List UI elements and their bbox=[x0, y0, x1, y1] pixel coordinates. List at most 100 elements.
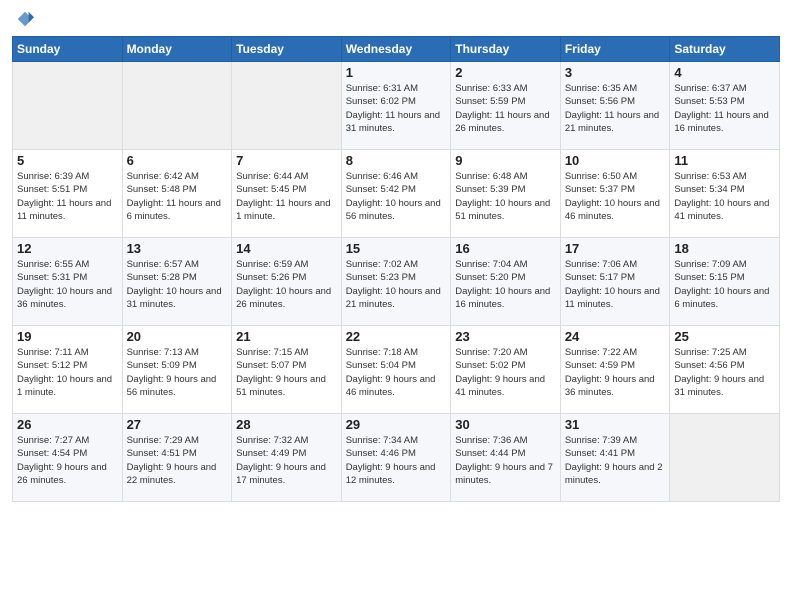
day-number: 7 bbox=[236, 153, 337, 168]
calendar-cell: 21 Sunrise: 7:15 AM Sunset: 5:07 PM Dayli… bbox=[232, 326, 342, 414]
calendar-cell: 26Sunrise: 7:27 AM Sunset: 4:54 PM Dayli… bbox=[13, 414, 123, 502]
day-number: 24 bbox=[565, 329, 666, 344]
calendar-cell: 16 Sunrise: 7:04 AM Sunset: 5:20 PM Dayli… bbox=[451, 238, 561, 326]
day-info: Sunrise: 6:50 AM Sunset: 5:37 PM Dayligh… bbox=[565, 170, 666, 223]
calendar-cell: 23 Sunrise: 7:20 AM Sunset: 5:02 PM Dayli… bbox=[451, 326, 561, 414]
week-row-1: 1 Sunrise: 6:31 AM Sunset: 6:02 PM Daylig… bbox=[13, 62, 780, 150]
calendar-cell: 19 Sunrise: 7:11 AM Sunset: 5:12 PM Dayli… bbox=[13, 326, 123, 414]
weekday-header-monday: Monday bbox=[122, 37, 232, 62]
calendar-cell: 17 Sunrise: 7:06 AM Sunset: 5:17 PM Dayli… bbox=[560, 238, 670, 326]
day-info: Sunrise: 7:02 AM Sunset: 5:23 PM Dayligh… bbox=[346, 258, 447, 311]
day-info: Sunrise: 6:55 AM Sunset: 5:31 PM Dayligh… bbox=[17, 258, 118, 311]
day-info: Sunrise: 7:06 AM Sunset: 5:17 PM Dayligh… bbox=[565, 258, 666, 311]
calendar-cell: 25Sunrise: 7:25 AM Sunset: 4:56 PM Dayli… bbox=[670, 326, 780, 414]
calendar-cell: 14 Sunrise: 6:59 AM Sunset: 5:26 PM Dayli… bbox=[232, 238, 342, 326]
week-row-3: 12 Sunrise: 6:55 AM Sunset: 5:31 PM Dayli… bbox=[13, 238, 780, 326]
calendar-cell: 20 Sunrise: 7:13 AM Sunset: 5:09 PM Dayli… bbox=[122, 326, 232, 414]
day-info: Sunrise: 6:35 AM Sunset: 5:56 PM Dayligh… bbox=[565, 82, 666, 135]
calendar-cell: 5 Sunrise: 6:39 AM Sunset: 5:51 PM Daylig… bbox=[13, 150, 123, 238]
day-info: Sunrise: 6:37 AM Sunset: 5:53 PM Dayligh… bbox=[674, 82, 775, 135]
week-row-4: 19 Sunrise: 7:11 AM Sunset: 5:12 PM Dayli… bbox=[13, 326, 780, 414]
day-number: 20 bbox=[127, 329, 228, 344]
calendar-cell bbox=[670, 414, 780, 502]
day-info: Sunrise: 7:27 AM Sunset: 4:54 PM Dayligh… bbox=[17, 434, 118, 487]
calendar-cell: 22 Sunrise: 7:18 AM Sunset: 5:04 PM Dayli… bbox=[341, 326, 451, 414]
day-info: Sunrise: 6:44 AM Sunset: 5:45 PM Dayligh… bbox=[236, 170, 337, 223]
day-number: 10 bbox=[565, 153, 666, 168]
day-info: Sunrise: 6:46 AM Sunset: 5:42 PM Dayligh… bbox=[346, 170, 447, 223]
day-number: 28 bbox=[236, 417, 337, 432]
day-number: 18 bbox=[674, 241, 775, 256]
calendar-cell: 28 Sunrise: 7:32 AM Sunset: 4:49 PM Dayli… bbox=[232, 414, 342, 502]
day-number: 2 bbox=[455, 65, 556, 80]
day-number: 15 bbox=[346, 241, 447, 256]
logo bbox=[12, 10, 34, 28]
day-info: Sunrise: 7:13 AM Sunset: 5:09 PM Dayligh… bbox=[127, 346, 228, 399]
calendar-cell: 30 Sunrise: 7:36 AM Sunset: 4:44 PM Dayli… bbox=[451, 414, 561, 502]
day-info: Sunrise: 7:36 AM Sunset: 4:44 PM Dayligh… bbox=[455, 434, 556, 487]
day-info: Sunrise: 6:39 AM Sunset: 5:51 PM Dayligh… bbox=[17, 170, 118, 223]
day-info: Sunrise: 7:11 AM Sunset: 5:12 PM Dayligh… bbox=[17, 346, 118, 399]
weekday-header-saturday: Saturday bbox=[670, 37, 780, 62]
calendar-cell: 15 Sunrise: 7:02 AM Sunset: 5:23 PM Dayli… bbox=[341, 238, 451, 326]
day-info: Sunrise: 7:22 AM Sunset: 4:59 PM Dayligh… bbox=[565, 346, 666, 399]
day-number: 19 bbox=[17, 329, 118, 344]
day-number: 5 bbox=[17, 153, 118, 168]
day-info: Sunrise: 7:39 AM Sunset: 4:41 PM Dayligh… bbox=[565, 434, 666, 487]
page-container: SundayMondayTuesdayWednesdayThursdayFrid… bbox=[0, 0, 792, 612]
day-number: 8 bbox=[346, 153, 447, 168]
calendar-cell: 11Sunrise: 6:53 AM Sunset: 5:34 PM Dayli… bbox=[670, 150, 780, 238]
calendar-cell: 6 Sunrise: 6:42 AM Sunset: 5:48 PM Daylig… bbox=[122, 150, 232, 238]
day-number: 4 bbox=[674, 65, 775, 80]
weekday-header-row: SundayMondayTuesdayWednesdayThursdayFrid… bbox=[13, 37, 780, 62]
day-info: Sunrise: 6:48 AM Sunset: 5:39 PM Dayligh… bbox=[455, 170, 556, 223]
day-info: Sunrise: 7:20 AM Sunset: 5:02 PM Dayligh… bbox=[455, 346, 556, 399]
week-row-2: 5 Sunrise: 6:39 AM Sunset: 5:51 PM Daylig… bbox=[13, 150, 780, 238]
day-info: Sunrise: 7:18 AM Sunset: 5:04 PM Dayligh… bbox=[346, 346, 447, 399]
calendar-cell: 10 Sunrise: 6:50 AM Sunset: 5:37 PM Dayli… bbox=[560, 150, 670, 238]
day-number: 23 bbox=[455, 329, 556, 344]
day-number: 16 bbox=[455, 241, 556, 256]
calendar-cell: 4 Sunrise: 6:37 AM Sunset: 5:53 PM Daylig… bbox=[670, 62, 780, 150]
weekday-header-wednesday: Wednesday bbox=[341, 37, 451, 62]
day-number: 12 bbox=[17, 241, 118, 256]
day-number: 3 bbox=[565, 65, 666, 80]
day-info: Sunrise: 7:04 AM Sunset: 5:20 PM Dayligh… bbox=[455, 258, 556, 311]
day-number: 22 bbox=[346, 329, 447, 344]
calendar-cell bbox=[13, 62, 123, 150]
day-info: Sunrise: 7:32 AM Sunset: 4:49 PM Dayligh… bbox=[236, 434, 337, 487]
calendar-cell: 1 Sunrise: 6:31 AM Sunset: 6:02 PM Daylig… bbox=[341, 62, 451, 150]
day-number: 25 bbox=[674, 329, 775, 344]
day-info: Sunrise: 6:42 AM Sunset: 5:48 PM Dayligh… bbox=[127, 170, 228, 223]
day-number: 14 bbox=[236, 241, 337, 256]
logo-icon bbox=[16, 10, 34, 28]
calendar-cell: 8 Sunrise: 6:46 AM Sunset: 5:42 PM Daylig… bbox=[341, 150, 451, 238]
calendar-cell: 31 Sunrise: 7:39 AM Sunset: 4:41 PM Dayli… bbox=[560, 414, 670, 502]
day-number: 29 bbox=[346, 417, 447, 432]
week-row-5: 26Sunrise: 7:27 AM Sunset: 4:54 PM Dayli… bbox=[13, 414, 780, 502]
day-number: 17 bbox=[565, 241, 666, 256]
day-info: Sunrise: 7:09 AM Sunset: 5:15 PM Dayligh… bbox=[674, 258, 775, 311]
day-number: 6 bbox=[127, 153, 228, 168]
day-number: 13 bbox=[127, 241, 228, 256]
day-number: 30 bbox=[455, 417, 556, 432]
day-info: Sunrise: 7:15 AM Sunset: 5:07 PM Dayligh… bbox=[236, 346, 337, 399]
calendar-cell: 2Sunrise: 6:33 AM Sunset: 5:59 PM Daylig… bbox=[451, 62, 561, 150]
day-info: Sunrise: 6:59 AM Sunset: 5:26 PM Dayligh… bbox=[236, 258, 337, 311]
day-number: 21 bbox=[236, 329, 337, 344]
calendar-cell bbox=[122, 62, 232, 150]
day-number: 1 bbox=[346, 65, 447, 80]
calendar-cell: 12 Sunrise: 6:55 AM Sunset: 5:31 PM Dayli… bbox=[13, 238, 123, 326]
header bbox=[12, 10, 780, 28]
day-number: 31 bbox=[565, 417, 666, 432]
day-info: Sunrise: 7:34 AM Sunset: 4:46 PM Dayligh… bbox=[346, 434, 447, 487]
day-info: Sunrise: 6:53 AM Sunset: 5:34 PM Dayligh… bbox=[674, 170, 775, 223]
calendar-cell bbox=[232, 62, 342, 150]
day-number: 9 bbox=[455, 153, 556, 168]
calendar-cell: 3 Sunrise: 6:35 AM Sunset: 5:56 PM Daylig… bbox=[560, 62, 670, 150]
calendar-cell: 9 Sunrise: 6:48 AM Sunset: 5:39 PM Daylig… bbox=[451, 150, 561, 238]
calendar-table: SundayMondayTuesdayWednesdayThursdayFrid… bbox=[12, 36, 780, 502]
day-number: 27 bbox=[127, 417, 228, 432]
day-info: Sunrise: 6:31 AM Sunset: 6:02 PM Dayligh… bbox=[346, 82, 447, 135]
day-info: Sunrise: 6:57 AM Sunset: 5:28 PM Dayligh… bbox=[127, 258, 228, 311]
